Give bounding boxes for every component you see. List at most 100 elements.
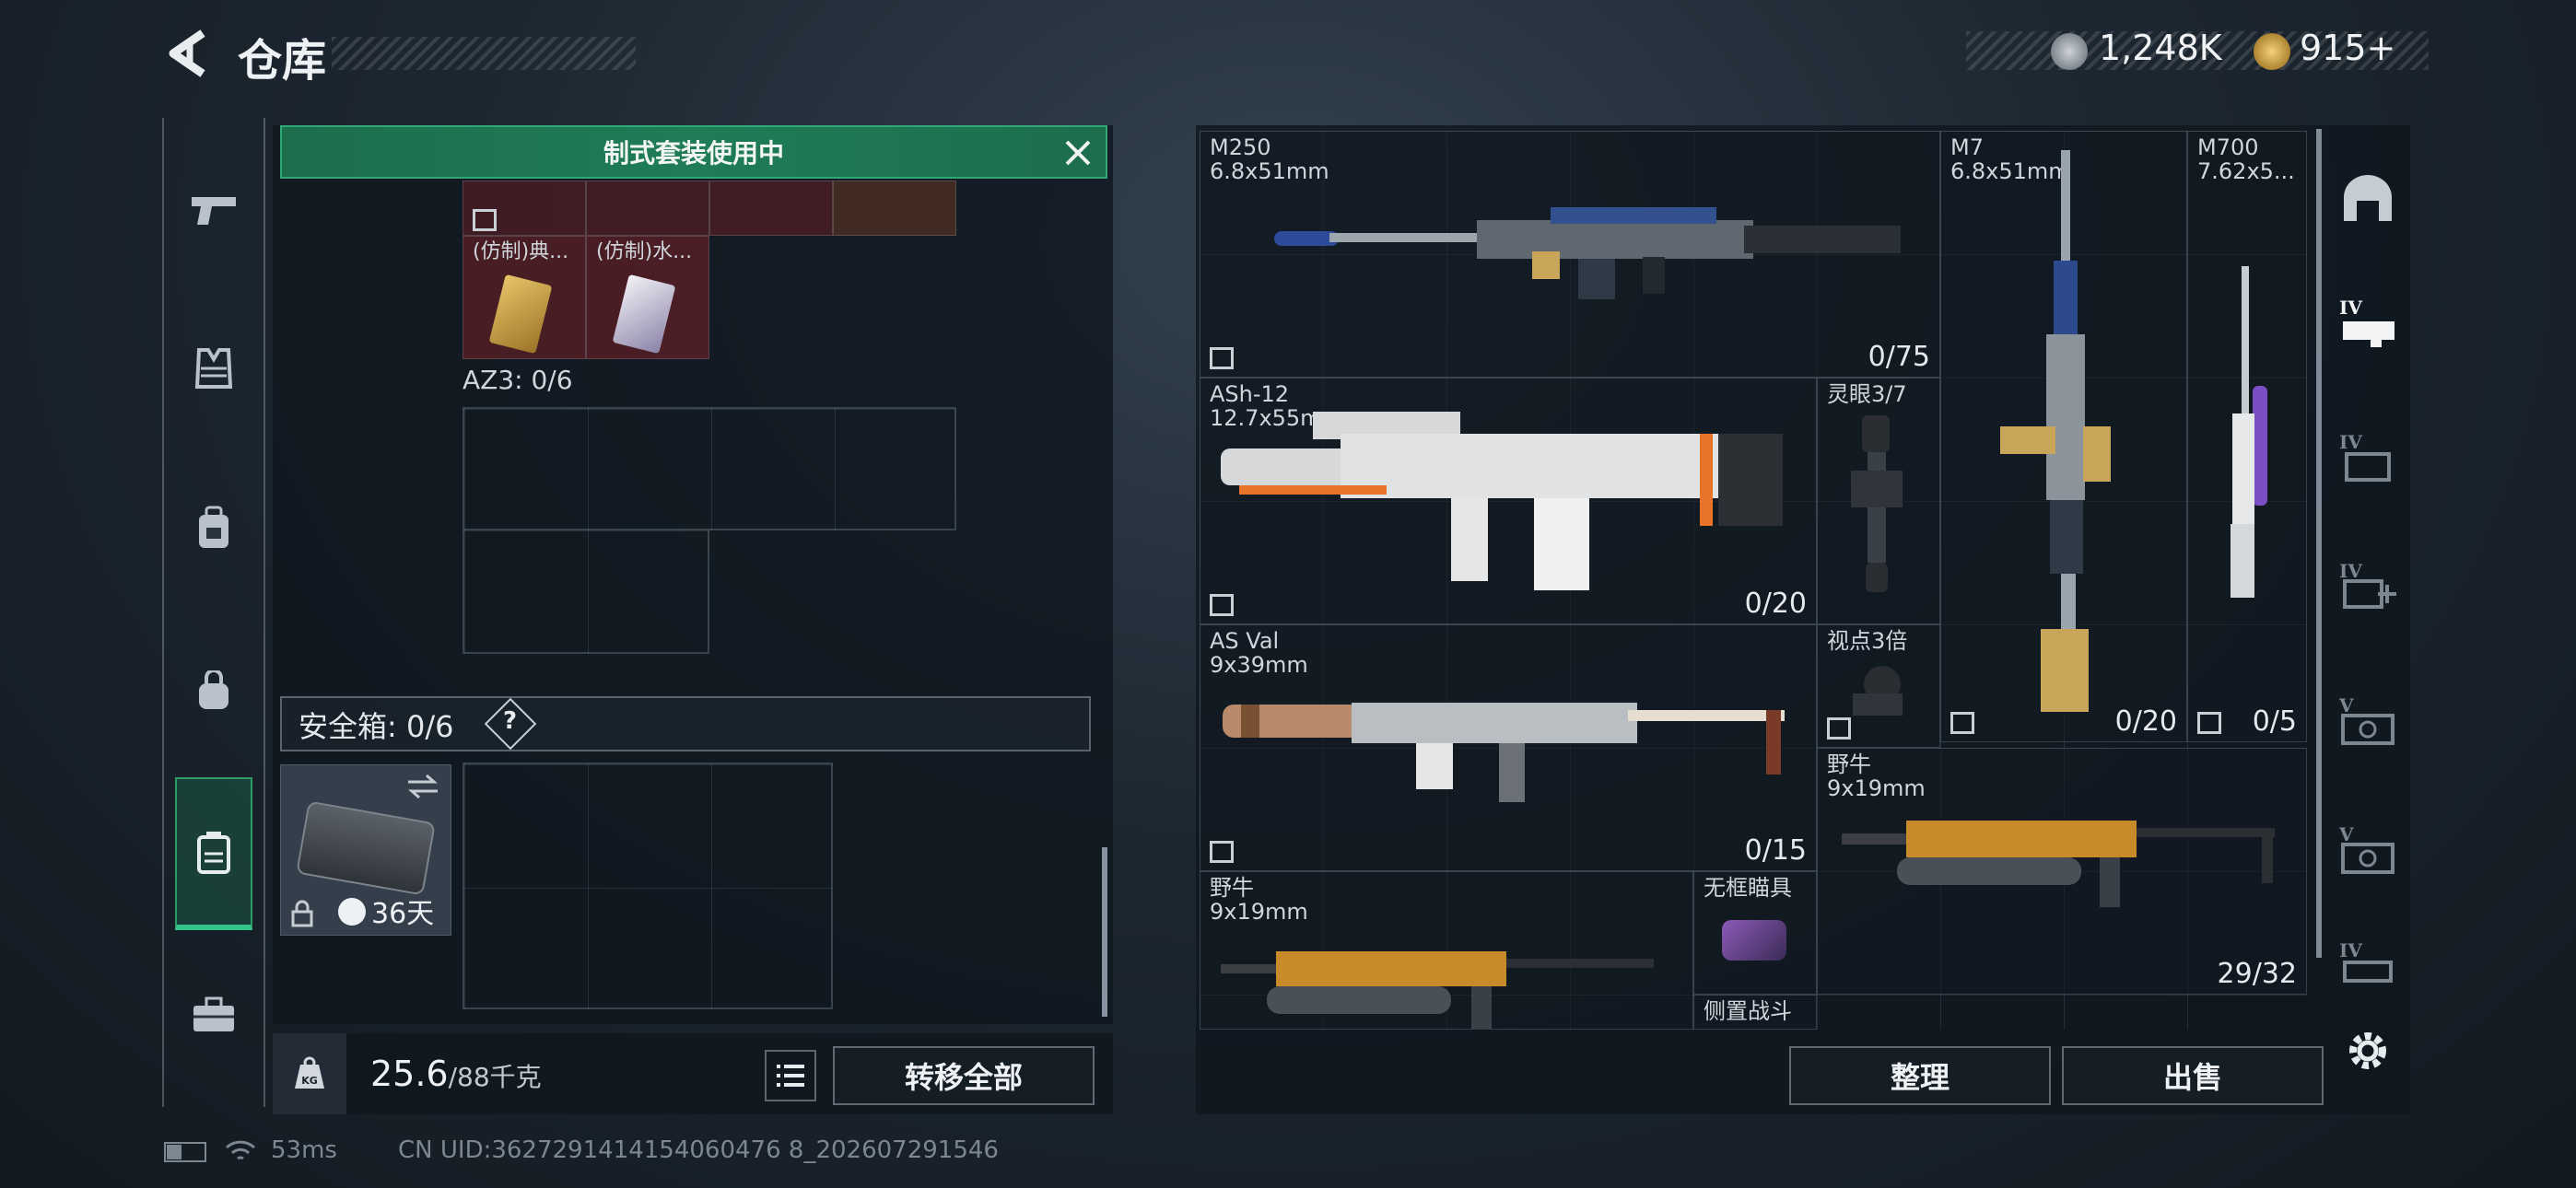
az3-grid-lower — [463, 530, 709, 654]
tab-weapons-iv[interactable]: IV — [2329, 271, 2406, 372]
currency1-value: 1,248K — [2099, 28, 2222, 68]
m700-gun-icon — [2231, 266, 2267, 598]
weight-icon: KG — [295, 1056, 324, 1089]
page-title: 仓库 — [238, 35, 327, 87]
tab-gear-v[interactable]: V — [2329, 669, 2406, 770]
attachment-name: 无框瞄具 — [1704, 876, 1792, 900]
weapon-name: AS Val — [1210, 629, 1280, 653]
swap-icon — [408, 774, 438, 799]
az3-grid — [463, 407, 956, 530]
weapon-bizon-1[interactable]: 野牛 9x19mm 29/32 — [1817, 748, 2307, 995]
gear-icon — [2349, 1032, 2386, 1069]
weapon-asval[interactable]: AS Val 9x39mm 0/15 — [1200, 624, 1817, 871]
weapon-m250[interactable]: M250 6.8x51mm 0/75 — [1200, 131, 1940, 378]
asval-gun-icon — [1223, 703, 1785, 802]
item-slot[interactable] — [586, 181, 709, 236]
item-card-1[interactable]: (仿制)典... — [463, 236, 586, 359]
tab-medical-iv[interactable]: IV — [2329, 534, 2406, 635]
uid-text: CN UID:3627291414154060476 8_20260729154… — [398, 1136, 999, 1164]
safebox-grid — [463, 763, 833, 1009]
sidebar-item-bag[interactable] — [168, 617, 260, 764]
svg-text:V: V — [2338, 694, 2354, 716]
safebox-label: 安全箱: 0/6 — [299, 709, 454, 744]
settings-button[interactable] — [2329, 1000, 2406, 1101]
attachment-side-mount[interactable]: 侧置战斗 — [1693, 995, 1817, 1030]
no-insure-icon — [473, 209, 497, 231]
misc-tier-iv-icon: IV — [2339, 939, 2393, 983]
sell-button[interactable]: 出售 — [2062, 1046, 2324, 1105]
transfer-all-button[interactable]: 转移全部 — [833, 1046, 1095, 1105]
attachment-name: 视点3倍 — [1827, 629, 1908, 653]
medical-tier-iv-icon: IV — [2339, 560, 2396, 609]
weight-value: 25.6/88千克 — [370, 1054, 542, 1094]
armor-icon — [194, 348, 233, 389]
sort-button[interactable]: 整理 — [1789, 1046, 2051, 1105]
no-insure-icon — [1827, 717, 1851, 740]
currency2-value[interactable]: 915+ — [2300, 28, 2395, 68]
attachment-name: 灵眼3/7 — [1827, 382, 1907, 406]
ammo-tier-iv-icon: IV — [2339, 431, 2391, 482]
weapon-tier-iv-icon: IV — [2339, 297, 2395, 347]
banner-text: 制式套装使用中 — [603, 138, 784, 169]
holo-sight-icon — [1722, 920, 1786, 961]
help-icon: ? — [503, 707, 518, 735]
bizon-gun-icon — [1221, 951, 1654, 1029]
item-label: (仿制)典... — [473, 240, 569, 263]
list-view-button[interactable] — [765, 1050, 816, 1101]
weapon-count: 0/5 — [2252, 705, 2297, 738]
sidebar-item-briefcase[interactable] — [168, 941, 260, 1089]
back-button[interactable] — [162, 26, 212, 81]
item-label: (仿制)水... — [596, 240, 693, 263]
sidebar-item-armor[interactable] — [168, 295, 260, 442]
weapon-m700[interactable]: M700 7.62x5... 0/5 — [2187, 131, 2307, 742]
attachment-holo-sight[interactable]: 无框瞄具 — [1693, 871, 1817, 995]
silver-card-icon — [612, 274, 676, 355]
sidebar-item-weapons[interactable] — [168, 136, 260, 284]
weapon-count: 29/32 — [2217, 958, 2297, 990]
weapon-name: M250 — [1210, 135, 1271, 159]
item-slot[interactable] — [709, 181, 833, 236]
weapon-count: 0/20 — [2114, 705, 2177, 738]
bizon-gun-icon — [1842, 821, 2275, 907]
right-scrollbar[interactable] — [2316, 129, 2322, 958]
weapon-ash12[interactable]: ASh-12 12.7x55mm 0/20 — [1200, 378, 1817, 624]
safebox-item[interactable]: 36天 — [280, 764, 451, 936]
lock-icon — [291, 900, 313, 927]
gear-tier-v-icon: V — [2338, 694, 2395, 745]
item-slot[interactable] — [463, 181, 586, 236]
kit-active-banner: 制式套装使用中 — [280, 125, 1107, 179]
battery-icon — [164, 1142, 206, 1162]
weapon-name: M7 — [1950, 135, 1984, 159]
weapon-name: 野牛 — [1210, 876, 1254, 900]
sidebar-item-backpack[interactable] — [168, 455, 260, 602]
weapon-bizon-2[interactable]: 野牛 9x19mm — [1200, 871, 1693, 1030]
svg-text:IV: IV — [2339, 297, 2362, 319]
weight-icon-box: KG — [273, 1033, 346, 1114]
m250-gun-icon — [1274, 207, 1901, 299]
svg-text:IV: IV — [2339, 939, 2362, 961]
weight-current: 25.6 — [370, 1054, 449, 1094]
attachment-name: 侧置战斗 — [1704, 999, 1792, 1023]
tab-ammo-iv[interactable]: IV — [2329, 405, 2406, 507]
attachment-scope-1[interactable]: 灵眼3/7 — [1817, 378, 1940, 624]
weight-max: /88千克 — [448, 1062, 542, 1092]
silver-coin-icon — [2051, 33, 2088, 70]
wifi-icon — [225, 1140, 256, 1160]
az3-label: AZ3: 0/6 — [463, 365, 573, 395]
gold-card-icon — [488, 274, 553, 355]
weapon-m7[interactable]: M7 6.8x51mm 0/20 — [1940, 131, 2187, 742]
tab-misc-iv[interactable]: IV — [2329, 925, 2406, 998]
left-scrollbar[interactable] — [1102, 847, 1107, 1017]
item-slot[interactable] — [833, 181, 956, 236]
attachment-scope-2[interactable]: 视点3倍 — [1817, 624, 1940, 748]
briefcase-icon — [193, 996, 234, 1031]
tab-gear-v-2[interactable]: V — [2329, 798, 2406, 899]
weapon-name: 野牛 — [1827, 752, 1871, 776]
svg-text:KG: KG — [301, 1075, 318, 1087]
banner-close-button[interactable] — [1060, 134, 1096, 171]
item-card-2[interactable]: (仿制)水... — [586, 236, 709, 359]
backpack-icon — [199, 506, 228, 548]
sidebar-item-safebox[interactable] — [175, 777, 252, 930]
tab-all[interactable] — [2329, 147, 2406, 249]
svg-text:V: V — [2338, 823, 2354, 845]
